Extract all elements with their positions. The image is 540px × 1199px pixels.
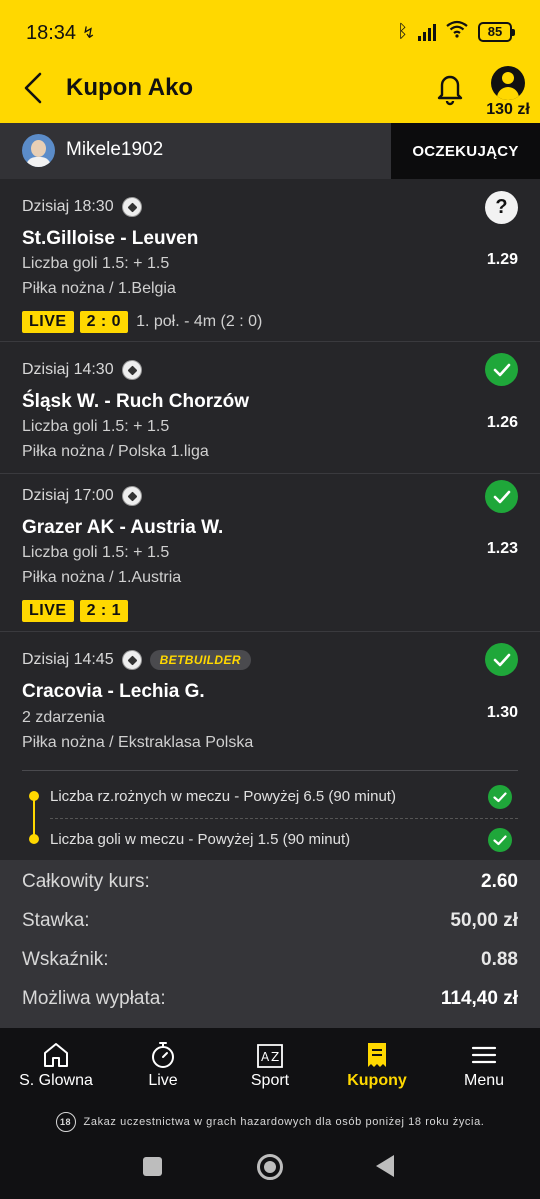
- stake-value: 50,00 zł: [450, 910, 518, 931]
- stake-label: Stawka:: [22, 910, 90, 931]
- bet-item[interactable]: Dzisiaj 18:30 ? St.Gilloise - Leuven Lic…: [0, 179, 540, 342]
- nav-label: Menu: [463, 1072, 505, 1089]
- account-button[interactable]: 130 zł: [478, 64, 538, 119]
- bet-time: Dzisiaj 14:30: [22, 361, 114, 378]
- nav-label: Live: [148, 1072, 178, 1089]
- nav-home[interactable]: S. Glowna: [2, 1028, 110, 1104]
- account-icon: [491, 66, 525, 100]
- football-icon: [121, 650, 142, 670]
- page-title: Kupon Ako: [66, 74, 194, 101]
- bet-league: Piłka nożna / Ekstraklasa Polska: [22, 734, 254, 751]
- live-score: 2 : 1: [79, 600, 129, 622]
- bet-match: Grazer AK - Austria W.: [22, 517, 224, 538]
- nav-sport[interactable]: AZ Sport: [216, 1028, 324, 1104]
- football-icon: [121, 486, 142, 506]
- bet-match: Cracovia - Lechia G.: [22, 681, 205, 702]
- live-badge: LIVE: [22, 311, 74, 333]
- bet-odds: 1.23: [486, 540, 518, 557]
- bet-match: St.Gilloise - Leuven: [22, 228, 199, 249]
- selection-item: Liczba goli w meczu - Powyżej 1.5 (90 mi…: [50, 831, 351, 848]
- bet-match: Śląsk W. - Ruch Chorzów: [22, 391, 249, 412]
- header: Kupon Ako 130 zł: [0, 64, 540, 123]
- nav-live[interactable]: Live: [109, 1028, 217, 1104]
- status-badge: OCZEKUJĄCY: [391, 123, 540, 179]
- bet-odds: 1.29: [486, 251, 518, 268]
- indicator-label: Wskaźnik:: [22, 949, 109, 970]
- avatar[interactable]: [22, 134, 55, 167]
- total-odds-label: Całkowity kurs:: [22, 871, 150, 892]
- check-icon: [485, 353, 518, 386]
- stopwatch-icon: [152, 1042, 174, 1068]
- nav-label: S. Glowna: [19, 1072, 93, 1089]
- bet-item[interactable]: Dzisiaj 17:00 Grazer AK - Austria W. Lic…: [0, 474, 540, 632]
- back-icon[interactable]: [18, 70, 48, 106]
- home-icon: [44, 1043, 68, 1067]
- system-back-button[interactable]: [376, 1155, 394, 1177]
- nav-menu[interactable]: Menu: [430, 1028, 538, 1104]
- nav-label: Sport: [250, 1072, 290, 1089]
- bell-icon[interactable]: [434, 70, 466, 106]
- age-restriction-icon: 18: [55, 1112, 76, 1132]
- account-balance: 130 zł: [486, 101, 530, 118]
- check-icon: [488, 828, 512, 852]
- coupon-summary: Całkowity kurs: 2.60 Stawka: 50,00 zł Wska…: [0, 860, 540, 1028]
- bluetooth-icon: ᛒ: [397, 21, 408, 41]
- status-bar: 18:34 ↯ ᛒ 85: [0, 0, 540, 64]
- svg-text:Z: Z: [271, 1050, 279, 1064]
- football-icon: [121, 360, 142, 380]
- payout-value: 114,40 zł: [440, 988, 518, 1009]
- selection-item: Liczba rz.rożnych w meczu - Powyżej 6.5 …: [50, 788, 396, 805]
- check-icon: [485, 480, 518, 513]
- disclaimer-text: Zakaz uczestnictwa w grach hazardowych d…: [83, 1116, 485, 1128]
- bet-odds: 1.30: [486, 704, 518, 721]
- status-time: 18:34: [26, 22, 77, 44]
- bet-market: Liczba goli 1.5: + 1.5: [22, 255, 170, 272]
- question-icon: ?: [485, 191, 518, 224]
- coupon-owner-row: Mikele1902 OCZEKUJĄCY: [0, 123, 540, 179]
- recent-apps-button[interactable]: [143, 1157, 162, 1176]
- bet-time: Dzisiaj 18:30: [22, 198, 114, 215]
- notification-icon: ↯: [82, 25, 96, 42]
- betbuilder-selections: Liczba rz.rożnych w meczu - Powyżej 6.5 …: [22, 770, 518, 856]
- football-icon: [121, 197, 142, 217]
- age-disclaimer: 18 Zakaz uczestnictwa w grach hazardowyc…: [0, 1104, 540, 1140]
- bet-item[interactable]: Dzisiaj 14:30 Śląsk W. - Ruch Chorzów Li…: [0, 342, 540, 474]
- live-score: 2 : 0: [79, 311, 129, 333]
- bet-market: Liczba goli 1.5: + 1.5: [22, 418, 170, 435]
- wifi-icon: [446, 20, 468, 43]
- total-odds-value: 2.60: [481, 871, 518, 892]
- live-badge: LIVE: [22, 600, 74, 622]
- system-home-button[interactable]: [257, 1154, 283, 1180]
- payout-label: Możliwa wypłata:: [22, 988, 166, 1009]
- check-icon: [485, 643, 518, 676]
- indicator-value: 0.88: [481, 949, 518, 970]
- bet-market: Liczba goli 1.5: + 1.5: [22, 544, 170, 561]
- top-bar: 18:34 ↯ ᛒ 85 Kupon Ako 130 zł: [0, 0, 540, 123]
- bet-league: Piłka nożna / 1.Austria: [22, 569, 182, 586]
- live-info: 1. poł. - 4m (2 : 0): [136, 313, 263, 330]
- signal-icon: [418, 23, 436, 41]
- check-icon: [488, 785, 512, 809]
- bet-market: 2 zdarzenia: [22, 709, 105, 726]
- betbuilder-badge: BETBUILDER: [149, 650, 251, 670]
- battery-icon: 85: [478, 21, 515, 42]
- nav-coupons[interactable]: Kupony: [323, 1028, 431, 1104]
- bottom-nav: S. Glowna Live AZ Sport Kupony Menu: [0, 1028, 540, 1104]
- menu-icon: [471, 1046, 497, 1064]
- az-icon: AZ: [257, 1044, 283, 1068]
- bet-time: Dzisiaj 17:00: [22, 487, 114, 504]
- coupon-icon: [368, 1043, 386, 1067]
- bet-league: Piłka nożna / 1.Belgia: [22, 280, 176, 297]
- nav-label: Kupony: [347, 1072, 407, 1089]
- bet-league: Piłka nożna / Polska 1.liga: [22, 443, 209, 460]
- bet-time: Dzisiaj 14:45: [22, 651, 114, 668]
- bet-odds: 1.26: [486, 414, 518, 431]
- system-nav-bar: [0, 1140, 540, 1199]
- svg-text:A: A: [261, 1050, 270, 1064]
- username[interactable]: Mikele1902: [66, 139, 163, 161]
